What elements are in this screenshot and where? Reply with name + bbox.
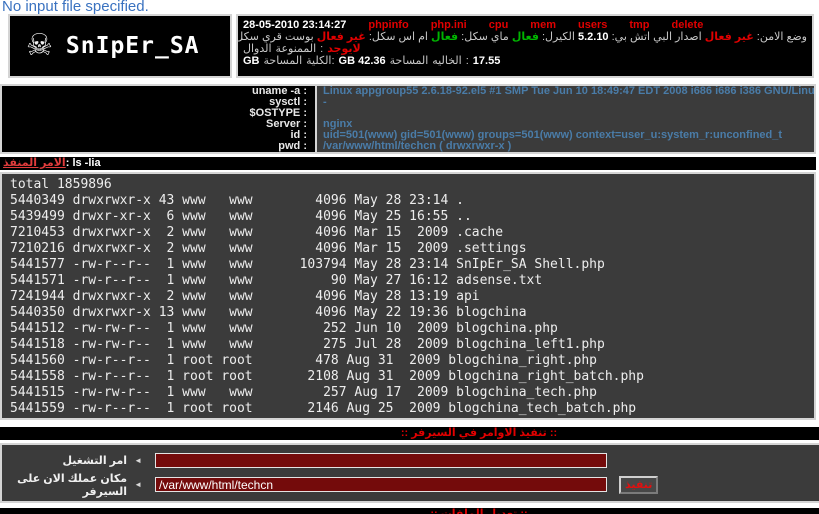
status-segment: الكيرل: bbox=[539, 31, 578, 43]
command-input[interactable] bbox=[155, 453, 607, 468]
sysinfo-value: nginx bbox=[315, 119, 814, 130]
datetime: 28-05-2010 23:14:27 bbox=[243, 19, 346, 31]
run-command-label: امر التشغيل ◄ bbox=[2, 454, 142, 467]
disk-segment: المساحة bbox=[390, 55, 429, 67]
disk-segment: المساحة bbox=[264, 55, 303, 67]
working-directory-row: مكان عملك الان على السيرفر ◄ تنفيذ bbox=[2, 476, 819, 493]
sysinfo-label: Server : bbox=[2, 119, 315, 130]
edit-files-title-bar: :: تعديل الملفات :: bbox=[0, 508, 819, 514]
execute-button[interactable]: تنفيذ bbox=[619, 476, 658, 494]
arrow-left-icon: ◄ bbox=[134, 456, 142, 465]
server-info-box: 28-05-2010 23:14:27 phpinfo php.ini cpu mem u… bbox=[236, 14, 814, 78]
logo-box: ☠ SnIpEr_SA bbox=[8, 14, 232, 78]
status-segment: 5.2.10 bbox=[578, 31, 609, 43]
status-segment: غير فعال bbox=[317, 31, 366, 43]
arrow-left-icon: ◄ bbox=[134, 480, 142, 489]
status-segment: غير فعال bbox=[705, 31, 754, 43]
disk-segment: 17.55 bbox=[473, 55, 501, 67]
header: ☠ SnIpEr_SA 28-05-2010 23:14:27 phpinfo ph… bbox=[8, 14, 819, 78]
header-link-mem[interactable]: mem bbox=[530, 19, 556, 31]
status-segment: فعال bbox=[431, 31, 458, 43]
sysinfo-row: $OSTYPE : bbox=[2, 108, 814, 119]
functions-segment: الدوال bbox=[243, 43, 272, 55]
disk-segment: GB 42.36 bbox=[339, 55, 386, 67]
disk-space-line: GBالمساحةالكلية:GB 42.36المساحةالخاليه:1… bbox=[243, 55, 807, 67]
sysinfo-row: Server :nginx bbox=[2, 119, 814, 130]
disk-segment: الخاليه bbox=[432, 55, 461, 67]
functions-segment: : bbox=[320, 43, 323, 55]
disk-segment: GB bbox=[243, 55, 260, 67]
header-link-tmp[interactable]: tmp bbox=[629, 19, 649, 31]
sysinfo-row: id :uid=501(www) gid=501(www) groups=501… bbox=[2, 130, 814, 141]
working-directory-input[interactable] bbox=[155, 477, 607, 492]
sysinfo-label: pwd : bbox=[2, 141, 315, 152]
executed-command-bar: الامر المنفذ: ls -lia bbox=[0, 157, 816, 170]
working-directory-label: مكان عملك الان على السيرفر ◄ bbox=[2, 472, 142, 498]
system-info-table: uname -a :Linux appgroup55 2.6.18-92.el5… bbox=[0, 84, 816, 154]
sysinfo-label: uname -a : bbox=[2, 86, 315, 97]
exec-section-title-bar: :: تنفيذ الاوامر في السيرفر :: bbox=[0, 427, 819, 440]
error-banner: No input file specified. bbox=[0, 0, 819, 14]
sysinfo-value bbox=[315, 108, 814, 119]
status-segment: اصدار البي اتش بي: bbox=[609, 31, 705, 43]
disk-segment: الكلية: bbox=[306, 55, 334, 67]
services-status-line: وضع الامن: غير فعال اصدار البي اتش بي: 5… bbox=[243, 31, 807, 43]
header-link-phpinfo[interactable]: phpinfo bbox=[368, 19, 408, 31]
run-command-row: امر التشغيل ◄ bbox=[2, 452, 819, 469]
command-output-box: total 1859896 5440349 drwxrwxr-x 43 www … bbox=[0, 172, 816, 420]
skull-icon: ☠ bbox=[26, 31, 53, 61]
header-link-php.ini[interactable]: php.ini bbox=[431, 19, 467, 31]
status-segment: ماي سكل: bbox=[458, 31, 512, 43]
disk-segment: : bbox=[466, 55, 469, 67]
sysinfo-row: sysctl :- bbox=[2, 97, 814, 108]
status-segment: بوست قري سكل: bbox=[236, 31, 317, 43]
disabled-functions-line: الدوال الممنوعة: لايوجد bbox=[243, 43, 807, 55]
header-link-cpu[interactable]: cpu bbox=[489, 19, 509, 31]
functions-segment: الممنوعة bbox=[276, 43, 317, 55]
working-directory-label-text: مكان عملك الان على السيرفر bbox=[2, 472, 127, 498]
sysinfo-label: id : bbox=[2, 130, 315, 141]
status-segment: فعال bbox=[512, 31, 539, 43]
sysinfo-value: /var/www/html/techcn ( drwxrwxr-x ) bbox=[315, 141, 814, 152]
sysinfo-row: uname -a :Linux appgroup55 2.6.18-92.el5… bbox=[2, 86, 814, 97]
status-segment: ام اس سكل: bbox=[366, 31, 431, 43]
run-command-label-text: امر التشغيل bbox=[62, 454, 127, 467]
exec-command-form: امر التشغيل ◄ مكان عملك الان على السيرفر… bbox=[0, 443, 819, 503]
functions-segment: لايوجد bbox=[327, 43, 361, 55]
sysinfo-value: uid=501(www) gid=501(www) groups=501(www… bbox=[315, 130, 814, 141]
header-link-users[interactable]: users bbox=[578, 19, 607, 31]
sysinfo-value: - bbox=[315, 97, 814, 108]
status-segment: وضع الامن: bbox=[754, 31, 807, 43]
sysinfo-row: pwd :/var/www/html/techcn ( drwxrwxr-x ) bbox=[2, 141, 814, 152]
header-link-delete[interactable]: delete bbox=[672, 19, 704, 31]
sysinfo-value: Linux appgroup55 2.6.18-92.el5 #1 SMP Tu… bbox=[315, 86, 814, 97]
executed-command-label: الامر المنفذ bbox=[3, 157, 66, 169]
ls-output: total 1859896 5440349 drwxrwxr-x 43 www … bbox=[2, 174, 814, 417]
executed-command-value: ls -lia bbox=[72, 157, 100, 169]
date-links-row: 28-05-2010 23:14:27 phpinfo php.ini cpu mem u… bbox=[243, 19, 807, 31]
shell-title: SnIpEr_SA bbox=[66, 33, 200, 59]
